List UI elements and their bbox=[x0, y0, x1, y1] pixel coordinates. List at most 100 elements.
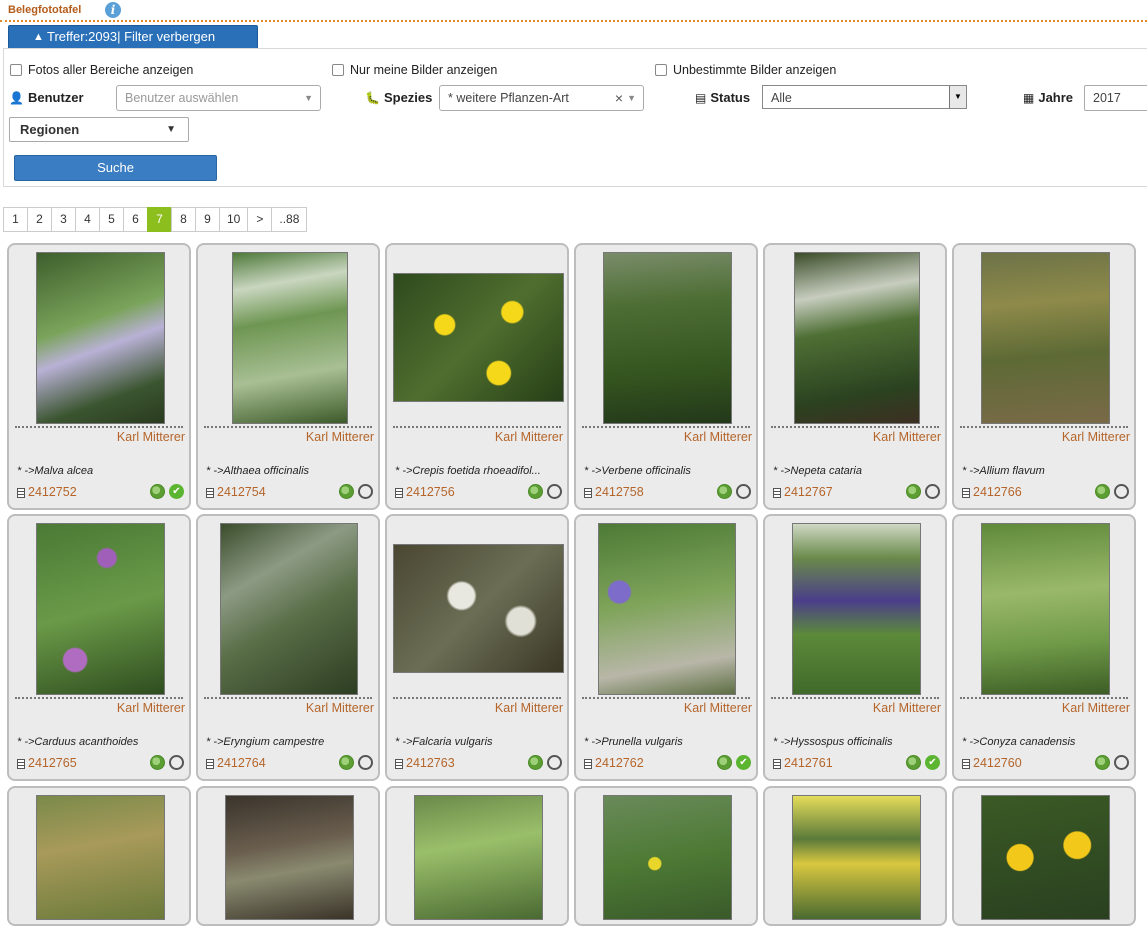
verified-check-icon[interactable]: ✔ bbox=[925, 755, 940, 770]
photo-card[interactable]: Karl Mitterer * ->Allium flavum 2412766 bbox=[952, 243, 1136, 510]
globe-icon[interactable] bbox=[906, 484, 921, 499]
photo-id-link[interactable]: 2412761 bbox=[784, 756, 833, 770]
plant-photo[interactable] bbox=[794, 252, 920, 424]
document-icon[interactable] bbox=[206, 759, 214, 769]
verified-check-icon[interactable]: ✔ bbox=[736, 755, 751, 770]
photo-id-link[interactable]: 2412754 bbox=[217, 485, 266, 499]
unverified-circle-icon[interactable] bbox=[547, 755, 562, 770]
dropdown-arrow-icon[interactable]: ▼ bbox=[949, 86, 966, 108]
photo-id-link[interactable]: 2412756 bbox=[406, 485, 455, 499]
species-select[interactable]: * weitere Pflanzen-Art × ▼ bbox=[439, 85, 644, 111]
photo-author[interactable]: Karl Mitterer bbox=[306, 430, 374, 444]
photo-author[interactable]: Karl Mitterer bbox=[306, 701, 374, 715]
unverified-circle-icon[interactable] bbox=[358, 755, 373, 770]
document-icon[interactable] bbox=[773, 759, 781, 769]
photo-author[interactable]: Karl Mitterer bbox=[117, 430, 185, 444]
plant-photo[interactable] bbox=[598, 523, 736, 695]
page-link[interactable]: 10 bbox=[219, 207, 249, 232]
document-icon[interactable] bbox=[584, 759, 592, 769]
photo-card[interactable] bbox=[385, 786, 569, 926]
plant-photo[interactable] bbox=[36, 523, 165, 695]
filter-toggle-button[interactable]: ▲ Treffer:2093| Filter verbergen bbox=[8, 25, 258, 49]
photo-card[interactable]: Karl Mitterer * ->Malva alcea 2412752 ✔ bbox=[7, 243, 191, 510]
plant-photo[interactable] bbox=[232, 252, 348, 424]
plant-photo[interactable] bbox=[414, 795, 543, 920]
plant-photo[interactable] bbox=[792, 523, 921, 695]
plant-photo[interactable] bbox=[792, 795, 921, 920]
photo-card[interactable] bbox=[7, 786, 191, 926]
globe-icon[interactable] bbox=[528, 484, 543, 499]
clear-icon[interactable]: × bbox=[615, 86, 623, 110]
plant-photo[interactable] bbox=[981, 523, 1110, 695]
photo-id-link[interactable]: 2412764 bbox=[217, 756, 266, 770]
photo-card[interactable]: Karl Mitterer * ->Prunella vulgaris 241276… bbox=[574, 514, 758, 781]
checkbox-box[interactable] bbox=[655, 64, 667, 76]
photo-card[interactable]: Karl Mitterer * ->Crepis foetida rhoeadif… bbox=[385, 243, 569, 510]
page-link[interactable]: 1 bbox=[3, 207, 28, 232]
unverified-circle-icon[interactable] bbox=[169, 755, 184, 770]
regions-dropdown[interactable]: Regionen ▼ bbox=[9, 117, 189, 142]
info-icon[interactable]: i bbox=[105, 2, 121, 18]
globe-icon[interactable] bbox=[150, 755, 165, 770]
globe-icon[interactable] bbox=[339, 755, 354, 770]
document-icon[interactable] bbox=[962, 488, 970, 498]
photo-author[interactable]: Karl Mitterer bbox=[684, 430, 752, 444]
page-link[interactable]: 8 bbox=[171, 207, 196, 232]
document-icon[interactable] bbox=[584, 488, 592, 498]
next-page-link[interactable]: > bbox=[247, 207, 273, 232]
plant-photo[interactable] bbox=[603, 252, 732, 424]
checkbox-my-images[interactable]: Nur meine Bilder anzeigen bbox=[332, 63, 497, 77]
photo-id-link[interactable]: 2412766 bbox=[973, 485, 1022, 499]
globe-icon[interactable] bbox=[339, 484, 354, 499]
document-icon[interactable] bbox=[395, 488, 403, 498]
photo-id-link[interactable]: 2412765 bbox=[28, 756, 77, 770]
photo-card[interactable]: Karl Mitterer * ->Carduus acanthoides 2412… bbox=[7, 514, 191, 781]
document-icon[interactable] bbox=[962, 759, 970, 769]
unverified-circle-icon[interactable] bbox=[358, 484, 373, 499]
photo-id-link[interactable]: 2412752 bbox=[28, 485, 77, 499]
photo-card[interactable]: Karl Mitterer * ->Conyza canadensis 241276… bbox=[952, 514, 1136, 781]
page-link[interactable]: 2 bbox=[27, 207, 52, 232]
document-icon[interactable] bbox=[206, 488, 214, 498]
globe-icon[interactable] bbox=[906, 755, 921, 770]
checkbox-undetermined[interactable]: Unbestimmte Bilder anzeigen bbox=[655, 63, 836, 77]
globe-icon[interactable] bbox=[717, 755, 732, 770]
photo-card[interactable]: Karl Mitterer * ->Eryngium campestre 24127… bbox=[196, 514, 380, 781]
photo-author[interactable]: Karl Mitterer bbox=[495, 430, 563, 444]
photo-id-link[interactable]: 2412762 bbox=[595, 756, 644, 770]
globe-icon[interactable] bbox=[1095, 484, 1110, 499]
page-link[interactable]: 9 bbox=[195, 207, 220, 232]
globe-icon[interactable] bbox=[528, 755, 543, 770]
globe-icon[interactable] bbox=[717, 484, 732, 499]
photo-author[interactable]: Karl Mitterer bbox=[873, 430, 941, 444]
photo-id-link[interactable]: 2412767 bbox=[784, 485, 833, 499]
photo-id-link[interactable]: 2412763 bbox=[406, 756, 455, 770]
photo-card[interactable] bbox=[196, 786, 380, 926]
document-icon[interactable] bbox=[17, 759, 25, 769]
checkbox-box[interactable] bbox=[332, 64, 344, 76]
search-button[interactable]: Suche bbox=[14, 155, 217, 181]
unverified-circle-icon[interactable] bbox=[736, 484, 751, 499]
photo-author[interactable]: Karl Mitterer bbox=[495, 701, 563, 715]
unverified-circle-icon[interactable] bbox=[1114, 755, 1129, 770]
checkbox-box[interactable] bbox=[10, 64, 22, 76]
photo-card[interactable] bbox=[952, 786, 1136, 926]
plant-photo[interactable] bbox=[981, 252, 1110, 424]
plant-photo[interactable] bbox=[36, 252, 165, 424]
plant-photo[interactable] bbox=[220, 523, 358, 695]
user-select[interactable]: Benutzer auswählen ▼ bbox=[116, 85, 321, 111]
photo-card[interactable]: Karl Mitterer * ->Verbene officinalis 2412… bbox=[574, 243, 758, 510]
page-link[interactable]: 3 bbox=[51, 207, 76, 232]
document-icon[interactable] bbox=[395, 759, 403, 769]
page-link[interactable]: 6 bbox=[123, 207, 148, 232]
photo-author[interactable]: Karl Mitterer bbox=[117, 701, 185, 715]
photo-author[interactable]: Karl Mitterer bbox=[684, 701, 752, 715]
plant-photo[interactable] bbox=[393, 273, 564, 402]
plant-photo[interactable] bbox=[36, 795, 165, 920]
photo-id-link[interactable]: 2412760 bbox=[973, 756, 1022, 770]
globe-icon[interactable] bbox=[1095, 755, 1110, 770]
plant-photo[interactable] bbox=[981, 795, 1110, 920]
document-icon[interactable] bbox=[17, 488, 25, 498]
photo-author[interactable]: Karl Mitterer bbox=[1062, 430, 1130, 444]
status-select[interactable]: Alle ▼ bbox=[762, 85, 967, 109]
